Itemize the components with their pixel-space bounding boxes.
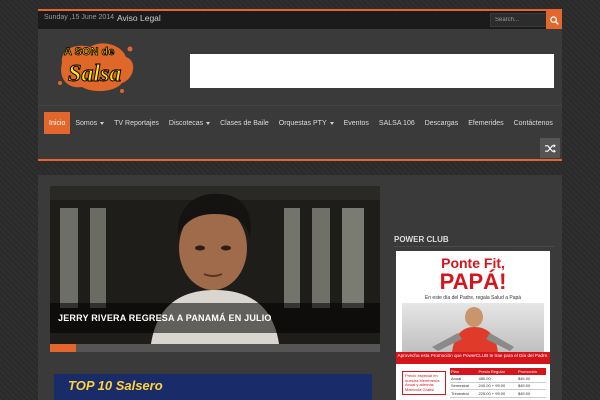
promo-table-row: Anual 480.00 $45.00 [450,375,546,383]
promo-table-cell: Semestral [450,382,478,391]
search-button[interactable] [546,11,562,29]
site-logo[interactable]: A SON de Salsa [52,33,138,97]
nav-item-label: SALSA 106 [378,119,415,127]
nav-item-label: Eventos [343,119,369,127]
powerclub-promo-ad[interactable]: Ponte Fit, PAPÁ! En este día del Padre, … [396,251,550,400]
promo-table-header-cell: Precio Regular [477,368,517,375]
nav-item-label: Orquestas PTY [278,119,327,127]
nav-item-efemerides[interactable]: Efemerides [463,112,508,134]
main-navigation: Inicio Somos TV Reportajes Discotecas Clases… [38,105,562,161]
nav-item-orquestas-pty[interactable]: Orquestas PTY [274,112,339,134]
random-article-button[interactable] [540,138,560,158]
nav-item-cont-ctenos[interactable]: Contáctenos [509,112,558,134]
nav-item-label: Efemerides [468,119,504,127]
promo-line3: En este día del Padre, regala Salud a Pa… [424,295,522,301]
featured-slider[interactable]: Jerry Rivera regresa a Panamá en julio [50,186,380,352]
nav-item-descargas[interactable]: Descargas [420,112,463,134]
nav-item-label: Discotecas [168,119,204,127]
shuffle-icon [544,143,556,153]
slider-progress-bar [50,344,380,352]
promo-table-header-cell: Promoción [516,368,546,375]
nav-item-inicio[interactable]: Inicio [44,112,71,134]
nav-item-label: Descargas [424,119,459,127]
promo-table-header-cell: Plan [450,368,478,375]
nav-item-label: TV Reportajes [114,119,159,127]
nav-item-eventos[interactable]: Eventos [339,112,374,134]
promo-photo-graphic [432,307,514,353]
chevron-down-icon [329,121,334,125]
nav-item-label: Inicio [49,119,66,127]
sidebar-divider [394,246,554,247]
promo-table-cell: $45.00 [516,389,546,398]
promo-special-box: Precio especial en nuestra Membresía Anu… [402,371,446,395]
header-ad-banner[interactable] [190,54,554,88]
slider-progress-fill [50,344,77,352]
promo-table-body: Anual 480.00 $45.00 Semestral 240.00 + 99.00… [450,375,546,398]
chevron-down-icon [206,121,211,125]
promo-line2: PAPÁ! [439,269,507,294]
logo-graphic: A SON de Salsa [58,43,134,93]
aviso-legal-link[interactable]: Aviso Legal [117,13,161,23]
slider-caption[interactable]: Jerry Rivera regresa a Panamá en julio [50,303,380,333]
logo-text-main: Salsa [68,61,121,87]
search-input[interactable] [490,13,552,27]
current-date: Sunday ,15 June 2014 [44,14,115,21]
promo-table-cell: 225.00 + 99.00 [477,389,517,398]
nav-item-salsa-106[interactable]: SALSA 106 [374,112,420,134]
sidebar-widget-title: Power Club [394,235,449,244]
promo-header: Ponte Fit, PAPÁ! En este día del Padre, … [396,251,550,301]
nav-item-discotecas[interactable]: Discotecas [164,112,215,134]
promo-photo [402,303,544,353]
nav-item-label: Somos [75,119,98,127]
promo-table-cell: $45.00 [516,375,546,383]
promo-table-cell: $45.00 [516,382,546,391]
site-header: A SON de Salsa [38,29,562,105]
content-area: Jerry Rivera regresa a Panamá en julio T… [38,175,562,400]
logo-text-top: A SON de [64,46,114,58]
top-salsero-text: TOP 10 Salsero [68,378,163,393]
nav-item-clases-de-baile[interactable]: Clases de Baile [215,112,274,134]
promo-table-cell: 240.00 + 99.00 [477,382,517,391]
nav-item-label: Clases de Baile [220,119,269,127]
page-wrapper: Sunday ,15 June 2014 Aviso Legal A SON d… [38,0,562,400]
top-salsero-banner[interactable]: TOP 10 Salsero [54,374,372,400]
promo-table-header: Plan Precio Regular Promoción [450,368,546,375]
promo-table-cell: 480.00 [477,375,517,383]
promo-table-cell: Anual [450,375,478,383]
promo-table-row: Trimestral 225.00 + 99.00 $45.00 [450,389,546,398]
search-icon [549,15,559,25]
promo-table-row: Semestral 240.00 + 99.00 $45.00 [450,382,546,391]
nav-item-somos[interactable]: Somos [70,112,109,134]
promo-price-table: Plan Precio Regular Promoción Anual 480.00 $… [450,368,546,398]
nav-item-tv-reportajes[interactable]: TV Reportajes [109,112,164,134]
top-bar: Sunday ,15 June 2014 Aviso Legal [38,9,562,29]
promo-table-cell: Trimestral [450,389,478,398]
nav-menu: Inicio Somos TV Reportajes Discotecas Clases… [44,112,558,134]
promo-bar-text: Aprovecha esta Promoción que PowerCLUB t… [396,352,550,364]
chevron-down-icon [100,121,105,125]
nav-item-label: Contáctenos [513,119,553,127]
